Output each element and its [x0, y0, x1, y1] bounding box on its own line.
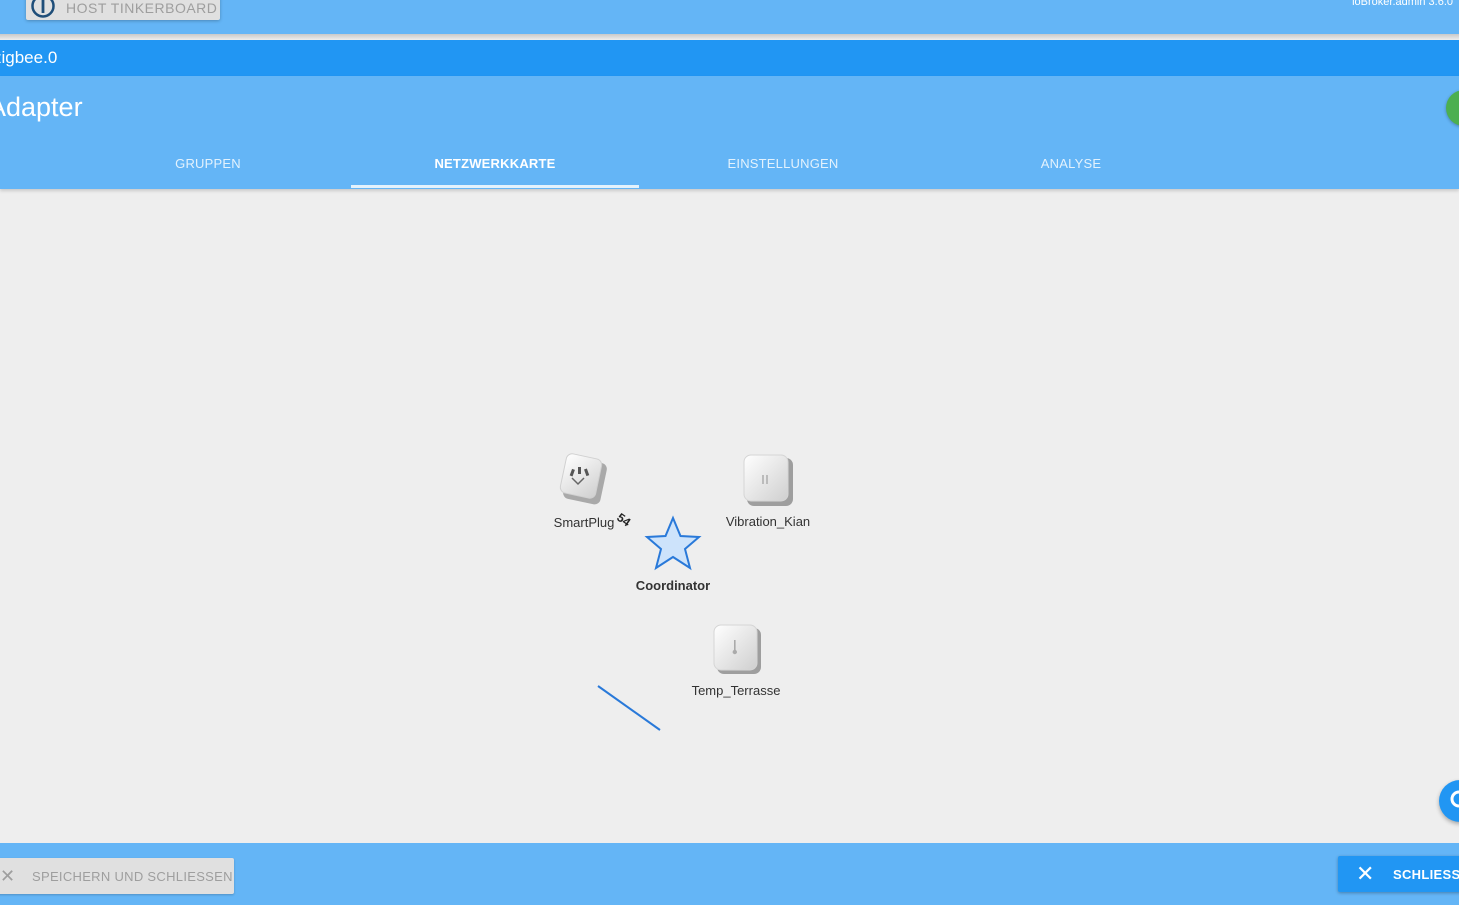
node-label-coordinator: Coordinator [635, 578, 711, 593]
version-label: ioBroker.admin 3.6.0 [1352, 0, 1453, 8]
close-label: SCHLIESSEN [1393, 867, 1459, 882]
close-button[interactable]: ✕ SCHLIESSEN [1338, 856, 1459, 892]
link-lqi-label: 54 [614, 510, 633, 529]
network-map[interactable]: 54 SmartPlug Vibration_Kian Coordinator … [0, 190, 1459, 843]
node-label-temp: Temp_Terrasse [691, 683, 781, 698]
coordinator-star-icon[interactable] [644, 515, 702, 571]
page-title: Adapter [0, 92, 83, 122]
temperature-sensor-icon[interactable] [713, 624, 761, 674]
search-icon [1450, 790, 1459, 808]
save-and-close-button[interactable]: ✕ SPEICHERN UND SCHLIESSEN [0, 858, 234, 894]
smart-plug-icon[interactable] [559, 453, 608, 506]
menu-fab-button[interactable]: ⋮ [1446, 90, 1459, 126]
active-tab-indicator [351, 185, 639, 188]
tab-gruppen[interactable]: GRUPPEN [64, 144, 352, 188]
adapter-header: Adapter ⋮ GRUPPEN NETZWERKKARTE EINSTELL… [0, 76, 1459, 189]
link-smartplug-coordinator [597, 685, 661, 731]
more-icon: ⋮ [1454, 97, 1459, 114]
tab-netzwerkkarte[interactable]: NETZWERKKARTE [351, 144, 639, 188]
instance-bar: zigbee.0 [0, 40, 1459, 76]
instance-title: zigbee.0 [0, 48, 58, 67]
iobroker-logo-icon [31, 0, 55, 18]
vibration-sensor-icon[interactable] [743, 454, 793, 506]
node-label-vibration: Vibration_Kian [725, 514, 811, 529]
search-fab-button[interactable] [1439, 780, 1459, 822]
footer-bar: ✕ SPEICHERN UND SCHLIESSEN ✕ SCHLIESSEN [0, 843, 1459, 905]
host-label: HOST TINKERBOARD [66, 0, 218, 16]
close-icon: ✕ [0, 866, 16, 886]
host-button[interactable]: HOST TINKERBOARD [26, 0, 220, 20]
close-icon: ✕ [1356, 861, 1375, 886]
tab-analyse[interactable]: ANALYSE [927, 144, 1215, 188]
top-bar: HOST TINKERBOARD ioBroker.admin 3.6.0 [0, 0, 1459, 34]
tab-einstellungen[interactable]: EINSTELLUNGEN [639, 144, 927, 188]
node-label-smartplug: SmartPlug [553, 515, 615, 530]
save-and-close-label: SPEICHERN UND SCHLIESSEN [32, 869, 233, 884]
